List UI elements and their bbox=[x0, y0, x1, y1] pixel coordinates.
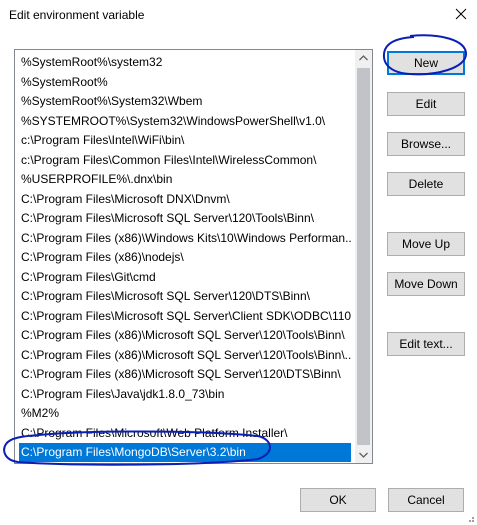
scroll-down-icon[interactable] bbox=[355, 446, 372, 463]
path-list-item[interactable]: C:\Program Files\Git\cmd bbox=[19, 268, 351, 287]
path-list-item-label: %SystemRoot% bbox=[21, 74, 108, 89]
path-list-item[interactable]: C:\Program Files\Microsoft SQL Server\12… bbox=[19, 209, 351, 228]
path-list-item-label: %M2% bbox=[21, 406, 60, 420]
path-list-item[interactable]: %M2% bbox=[19, 404, 351, 423]
path-list-item-label: C:\Program Files (x86)\Windows Kits\10\W… bbox=[21, 230, 351, 245]
path-list-item-label: c:\Program Files\Common Files\Intel\Wire… bbox=[21, 152, 317, 167]
path-list-item[interactable]: C:\Program Files\Microsoft DNX\Dnvm\ bbox=[19, 190, 351, 209]
edit-button[interactable]: Edit bbox=[387, 92, 465, 116]
path-list-item[interactable]: C:\Program Files (x86)\nodejs\ bbox=[19, 248, 351, 267]
path-list-item[interactable]: C:\Program Files\Microsoft SQL Server\12… bbox=[19, 287, 351, 306]
path-list-item[interactable]: %USERPROFILE%\.dnx\bin bbox=[19, 170, 351, 189]
path-list-item-label: c:\Program Files\Intel\WiFi\bin\ bbox=[21, 133, 185, 147]
path-list-item-label: C:\Program Files\Java\jdk1.8.0_73\bin bbox=[21, 386, 225, 401]
path-list-item[interactable]: c:\Program Files\Intel\WiFi\bin\ bbox=[19, 131, 351, 150]
path-list-item-label: %SYSTEMROOT%\System32\WindowsPowerShell\… bbox=[21, 113, 326, 128]
path-list-item-label: %SystemRoot%\system32 bbox=[21, 55, 163, 69]
delete-button[interactable]: Delete bbox=[387, 172, 465, 196]
path-list-item-label: C:\Program Files\Git\cmd bbox=[21, 269, 156, 284]
dialog-title: Edit environment variable bbox=[9, 8, 145, 22]
path-list-item-label: C:\Program Files\Microsoft SQL Server\12… bbox=[21, 211, 314, 225]
path-list-item-label: %USERPROFILE%\.dnx\bin bbox=[21, 172, 173, 186]
path-list-item[interactable]: %SystemRoot% bbox=[19, 73, 351, 92]
path-list-item[interactable]: C:\Program Files (x86)\Windows Kits\10\W… bbox=[19, 229, 351, 248]
path-list-item-label: C:\Program Files\Microsoft DNX\Dnvm\ bbox=[21, 191, 230, 206]
move-up-button[interactable]: Move Up bbox=[387, 232, 465, 256]
scroll-up-icon[interactable] bbox=[355, 50, 372, 67]
path-list-item-label: C:\Program Files (x86)\Microsoft SQL Ser… bbox=[21, 347, 351, 362]
path-list-item[interactable]: C:\Program Files (x86)\Microsoft SQL Ser… bbox=[19, 365, 351, 384]
path-list-item[interactable]: C:\Program Files\Microsoft\Web Platform … bbox=[19, 424, 351, 443]
path-list-item-label: C:\Program Files\MongoDB\Server\3.2\bin bbox=[21, 445, 246, 459]
move-down-button[interactable]: Move Down bbox=[387, 272, 465, 296]
close-icon[interactable] bbox=[450, 1, 474, 27]
path-list-item[interactable]: C:\Program Files (x86)\Microsoft SQL Ser… bbox=[19, 326, 351, 345]
path-list-item[interactable]: C:\Program Files\Microsoft SQL Server\Cl… bbox=[19, 307, 351, 326]
path-list-item[interactable]: C:\Program Files\Java\jdk1.8.0_73\bin bbox=[19, 385, 351, 404]
path-list-item-label: C:\Program Files (x86)\Microsoft SQL Ser… bbox=[21, 367, 341, 381]
new-button[interactable]: New bbox=[387, 51, 465, 75]
vertical-scrollbar[interactable] bbox=[355, 50, 372, 463]
path-list-item[interactable]: c:\Program Files\Common Files\Intel\Wire… bbox=[19, 151, 351, 170]
path-list-item[interactable]: %SystemRoot%\System32\Wbem bbox=[19, 92, 351, 111]
browse-button[interactable]: Browse... bbox=[387, 132, 465, 156]
path-list-item[interactable]: %SYSTEMROOT%\System32\WindowsPowerShell\… bbox=[19, 112, 351, 131]
path-list-item[interactable]: C:\Program Files (x86)\Microsoft SQL Ser… bbox=[19, 346, 351, 365]
path-list-item-label: C:\Program Files (x86)\nodejs\ bbox=[21, 250, 184, 264]
path-list-item-label: C:\Program Files\Microsoft SQL Server\Cl… bbox=[21, 308, 351, 323]
path-list-item-label: C:\Program Files (x86)\Microsoft SQL Ser… bbox=[21, 328, 345, 342]
path-list-item-label: C:\Program Files\Microsoft\Web Platform … bbox=[21, 425, 288, 440]
edit-text-button[interactable]: Edit text... bbox=[387, 332, 465, 356]
path-list-item[interactable]: %SystemRoot%\system32 bbox=[19, 53, 351, 72]
scrollbar-thumb[interactable] bbox=[357, 68, 370, 445]
path-list-item-label: C:\Program Files\Microsoft SQL Server\12… bbox=[21, 289, 310, 303]
path-list[interactable]: C:\Program Files\MongoDB\Server\3.2\bin C… bbox=[14, 49, 373, 464]
ok-button[interactable]: OK bbox=[300, 488, 376, 512]
path-list-item-label: %SystemRoot%\System32\Wbem bbox=[21, 94, 203, 108]
path-list-item[interactable]: C:\Program Files\MongoDB\Server\3.2\bin bbox=[19, 443, 351, 462]
resize-grip-icon[interactable] bbox=[465, 513, 475, 523]
cancel-button[interactable]: Cancel bbox=[388, 488, 464, 512]
